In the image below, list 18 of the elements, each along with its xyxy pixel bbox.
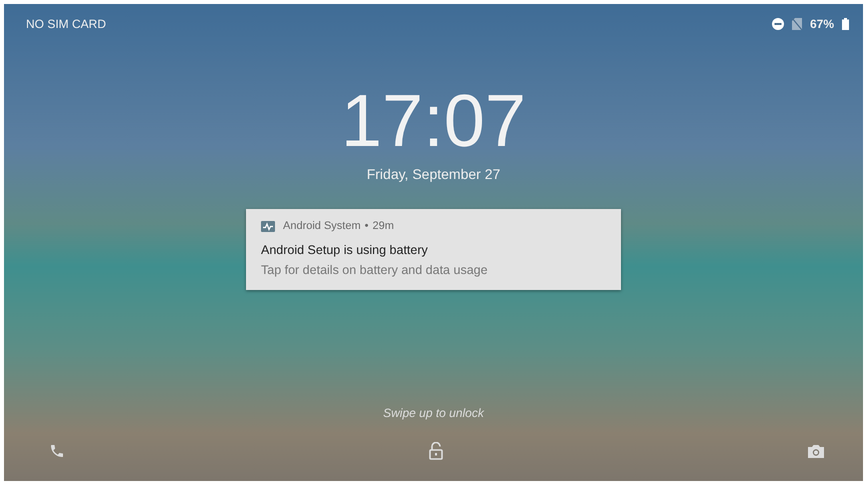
carrier-label: NO SIM CARD: [26, 16, 106, 33]
unlocked-padlock-icon[interactable]: [429, 442, 443, 460]
battery-icon: [842, 18, 849, 30]
notification-card[interactable]: Android System • 29m Android Setup is using battery Tap for details on battery and data usage: [246, 209, 621, 290]
separator-dot: •: [364, 219, 369, 234]
no-sim-icon: [792, 18, 802, 30]
phone-icon[interactable]: [49, 443, 65, 459]
app-name: Android System: [283, 219, 361, 234]
pulse-icon: [261, 220, 275, 232]
notification-time: 29m: [372, 219, 394, 234]
do-not-disturb-icon: [772, 18, 784, 30]
notification-title: Android Setup is using battery: [261, 242, 429, 259]
clock-date: Friday, September 27: [366, 165, 500, 184]
battery-percent: 67%: [810, 16, 834, 33]
notification-text: Tap for details on battery and data usage: [261, 262, 489, 280]
clock-time: 17:07: [340, 84, 526, 158]
unlock-hint: Swipe up to unlock: [383, 405, 484, 422]
camera-icon[interactable]: [807, 443, 825, 459]
